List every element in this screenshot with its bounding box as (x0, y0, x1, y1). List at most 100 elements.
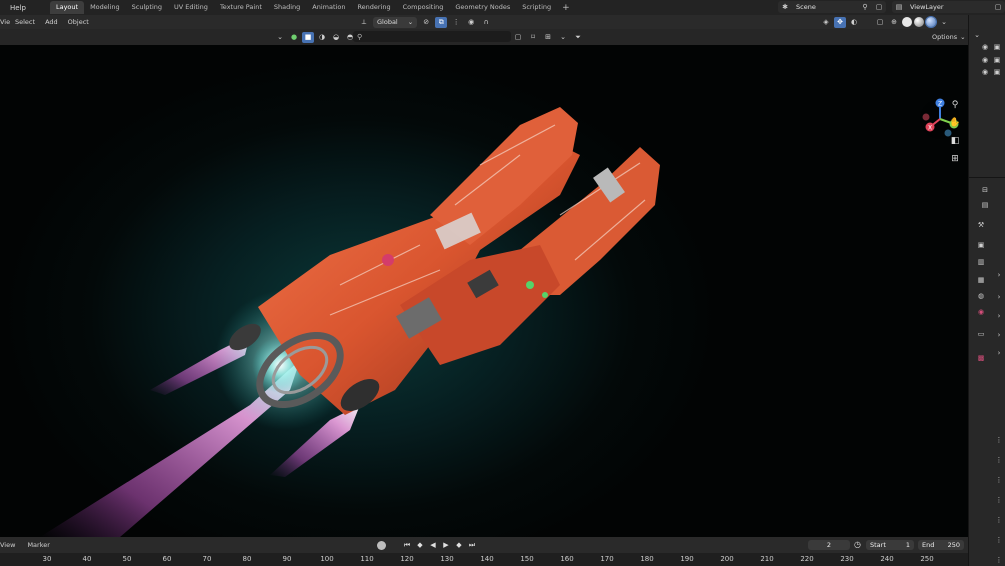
world-properties-icon[interactable]: ◉ (975, 307, 987, 317)
render-properties-icon[interactable]: ▣ (975, 240, 987, 250)
view-layer-name[interactable]: ViewLayer (906, 3, 991, 11)
tab-shading[interactable]: Shading (268, 1, 306, 14)
transform-orientation-dropdown[interactable]: Global ⌄ (373, 16, 418, 28)
chevron-right-icon[interactable]: › (993, 311, 1005, 321)
chevron-right-icon[interactable]: › (993, 348, 1005, 358)
tab-compositing[interactable]: Compositing (397, 1, 450, 14)
end-frame-field[interactable]: End 250 (918, 540, 964, 550)
editor-type-icon[interactable]: ▤ (979, 200, 991, 210)
box-select-icon[interactable]: ■ (302, 31, 314, 43)
menu-object[interactable]: Object (63, 18, 94, 26)
gizmo-toggle-icon[interactable]: ✥ (834, 16, 846, 28)
filter-funnel-icon[interactable]: ⏷ (572, 32, 584, 43)
visibility-eye-icon[interactable]: ◉ (979, 55, 991, 65)
overlay-toggle-icon[interactable]: ◐ (848, 17, 860, 28)
chevron-right-icon[interactable]: › (993, 270, 1005, 280)
workspace-tabs: Layout Modeling Sculpting UV Editing Tex… (49, 0, 575, 15)
record-button[interactable] (377, 541, 386, 550)
chevron-down-icon[interactable]: ⌄ (274, 32, 286, 43)
clear-search-icon[interactable]: ▢ (512, 32, 524, 43)
wireframe-shading-icon[interactable]: ⊕ (888, 17, 900, 28)
tool-properties-icon[interactable]: ⚒ (975, 220, 987, 230)
visibility-icon[interactable]: ◈ (820, 17, 832, 28)
perspective-grid-icon[interactable]: ⊞ (948, 152, 962, 166)
camera-restrict-icon[interactable]: ▣ (991, 67, 1003, 77)
falloff-icon[interactable]: ∩ (480, 17, 492, 28)
tab-scripting[interactable]: Scripting (516, 1, 557, 14)
chevron-right-icon[interactable]: › (993, 292, 1005, 302)
search-input[interactable]: ⚲ (353, 31, 511, 42)
editor-type-icon[interactable]: ⊟ (979, 185, 991, 195)
tab-layout[interactable]: Layout (49, 1, 85, 14)
tab-uv-editing[interactable]: UV Editing (168, 1, 214, 14)
jump-start-icon[interactable]: ⏮ (401, 540, 413, 550)
menu-view[interactable]: View (0, 18, 10, 26)
zoom-icon[interactable]: ⚲ (948, 98, 962, 112)
scene-name[interactable]: Scene (792, 3, 858, 11)
scene-properties-icon[interactable]: ◍ (975, 291, 987, 301)
snap-icon[interactable]: ⧉ (435, 16, 448, 28)
mode-icon-a[interactable]: ◑ (316, 32, 328, 43)
options-dropdown[interactable]: Options ⌄ (928, 31, 970, 43)
visibility-eye-icon[interactable]: ◉ (979, 67, 991, 77)
filter-icon[interactable]: ⌄ (971, 30, 983, 40)
jump-end-icon[interactable]: ⏭ (466, 540, 478, 550)
tab-rendering[interactable]: Rendering (351, 1, 396, 14)
camera-icon[interactable]: ◧ (948, 134, 962, 148)
drag-handle-icon[interactable]: ⋮ (993, 555, 1005, 565)
current-frame-field[interactable]: 2 (808, 540, 850, 550)
pan-hand-icon[interactable]: ✋ (948, 116, 962, 130)
3d-viewport[interactable]: Z Y X ⚲ ✋ ◧ ⊞ (0, 45, 968, 537)
view-layer-properties-icon[interactable]: ▦ (975, 275, 987, 285)
view-layer-selector[interactable]: ▤ ViewLayer ▢ (892, 1, 1005, 13)
drag-handle-icon[interactable]: ⋮ (993, 515, 1005, 525)
solid-shading-icon[interactable] (902, 17, 912, 27)
menu-select[interactable]: Select (10, 18, 40, 26)
bookmark-icon[interactable]: ⌑ (527, 32, 539, 43)
add-workspace-button[interactable]: + (557, 3, 575, 13)
clock-icon[interactable]: ◷ (854, 540, 864, 550)
drag-handle-icon[interactable]: ⋮ (993, 495, 1005, 505)
timeline-ruler[interactable]: 30 40 50 60 70 80 90 100 110 120 130 140 150 160 170 18… (0, 553, 968, 566)
scene-selector[interactable]: ✱ Scene ⚲ ▢ (778, 1, 886, 13)
collection-properties-icon[interactable]: ▭ (975, 329, 987, 339)
rendered-shading-icon[interactable] (926, 17, 936, 27)
next-keyframe-icon[interactable]: ◆ (453, 540, 465, 550)
sort-icon[interactable]: ⌄ (557, 32, 569, 43)
camera-restrict-icon[interactable]: ▣ (991, 55, 1003, 65)
new-view-layer-icon[interactable]: ▢ (991, 3, 1005, 11)
menu-help[interactable]: Help (0, 4, 36, 12)
pivot-icon[interactable]: ⊘ (420, 17, 432, 28)
tab-sculpting[interactable]: Sculpting (126, 1, 168, 14)
material-shading-icon[interactable] (914, 17, 924, 27)
sphere-icon[interactable]: ● (288, 32, 300, 43)
drag-handle-icon[interactable]: ⋮ (993, 475, 1005, 485)
camera-restrict-icon[interactable]: ▣ (991, 42, 1003, 52)
visibility-eye-icon[interactable]: ◉ (979, 42, 991, 52)
tab-geometry-nodes[interactable]: Geometry Nodes (449, 1, 516, 14)
texture-properties-icon[interactable]: ▩ (975, 353, 987, 363)
play-icon[interactable]: ▶ (440, 540, 452, 550)
drag-handle-icon[interactable]: ⋮ (993, 535, 1005, 545)
new-scene-icon[interactable]: ▢ (872, 3, 886, 11)
mode-icon-b[interactable]: ◒ (330, 32, 342, 43)
proportional-edit-icon[interactable]: ◉ (465, 17, 477, 28)
tab-animation[interactable]: Animation (306, 1, 351, 14)
output-properties-icon[interactable]: ▥ (975, 257, 987, 267)
layout-icon[interactable]: ⊞ (542, 32, 554, 43)
tab-texture-paint[interactable]: Texture Paint (214, 1, 268, 14)
drag-handle-icon[interactable]: ⋮ (993, 435, 1005, 445)
pin-icon[interactable]: ⚲ (858, 3, 872, 11)
start-frame-field[interactable]: Start 1 (866, 540, 914, 550)
tab-modeling[interactable]: Modeling (84, 1, 126, 14)
drag-handle-icon[interactable]: ⋮ (993, 455, 1005, 465)
chevron-right-icon[interactable]: › (993, 330, 1005, 340)
snap-target-icon[interactable]: ⋮ (450, 17, 462, 28)
menu-add[interactable]: Add (40, 18, 63, 26)
play-reverse-icon[interactable]: ◀ (427, 540, 439, 550)
prev-keyframe-icon[interactable]: ◆ (414, 540, 426, 550)
timeline-menu-view[interactable]: View (0, 541, 21, 549)
shading-options-icon[interactable]: ⌄ (938, 17, 950, 28)
xray-toggle-icon[interactable]: ▢ (874, 17, 886, 28)
timeline-menu-marker[interactable]: Marker (21, 541, 55, 549)
